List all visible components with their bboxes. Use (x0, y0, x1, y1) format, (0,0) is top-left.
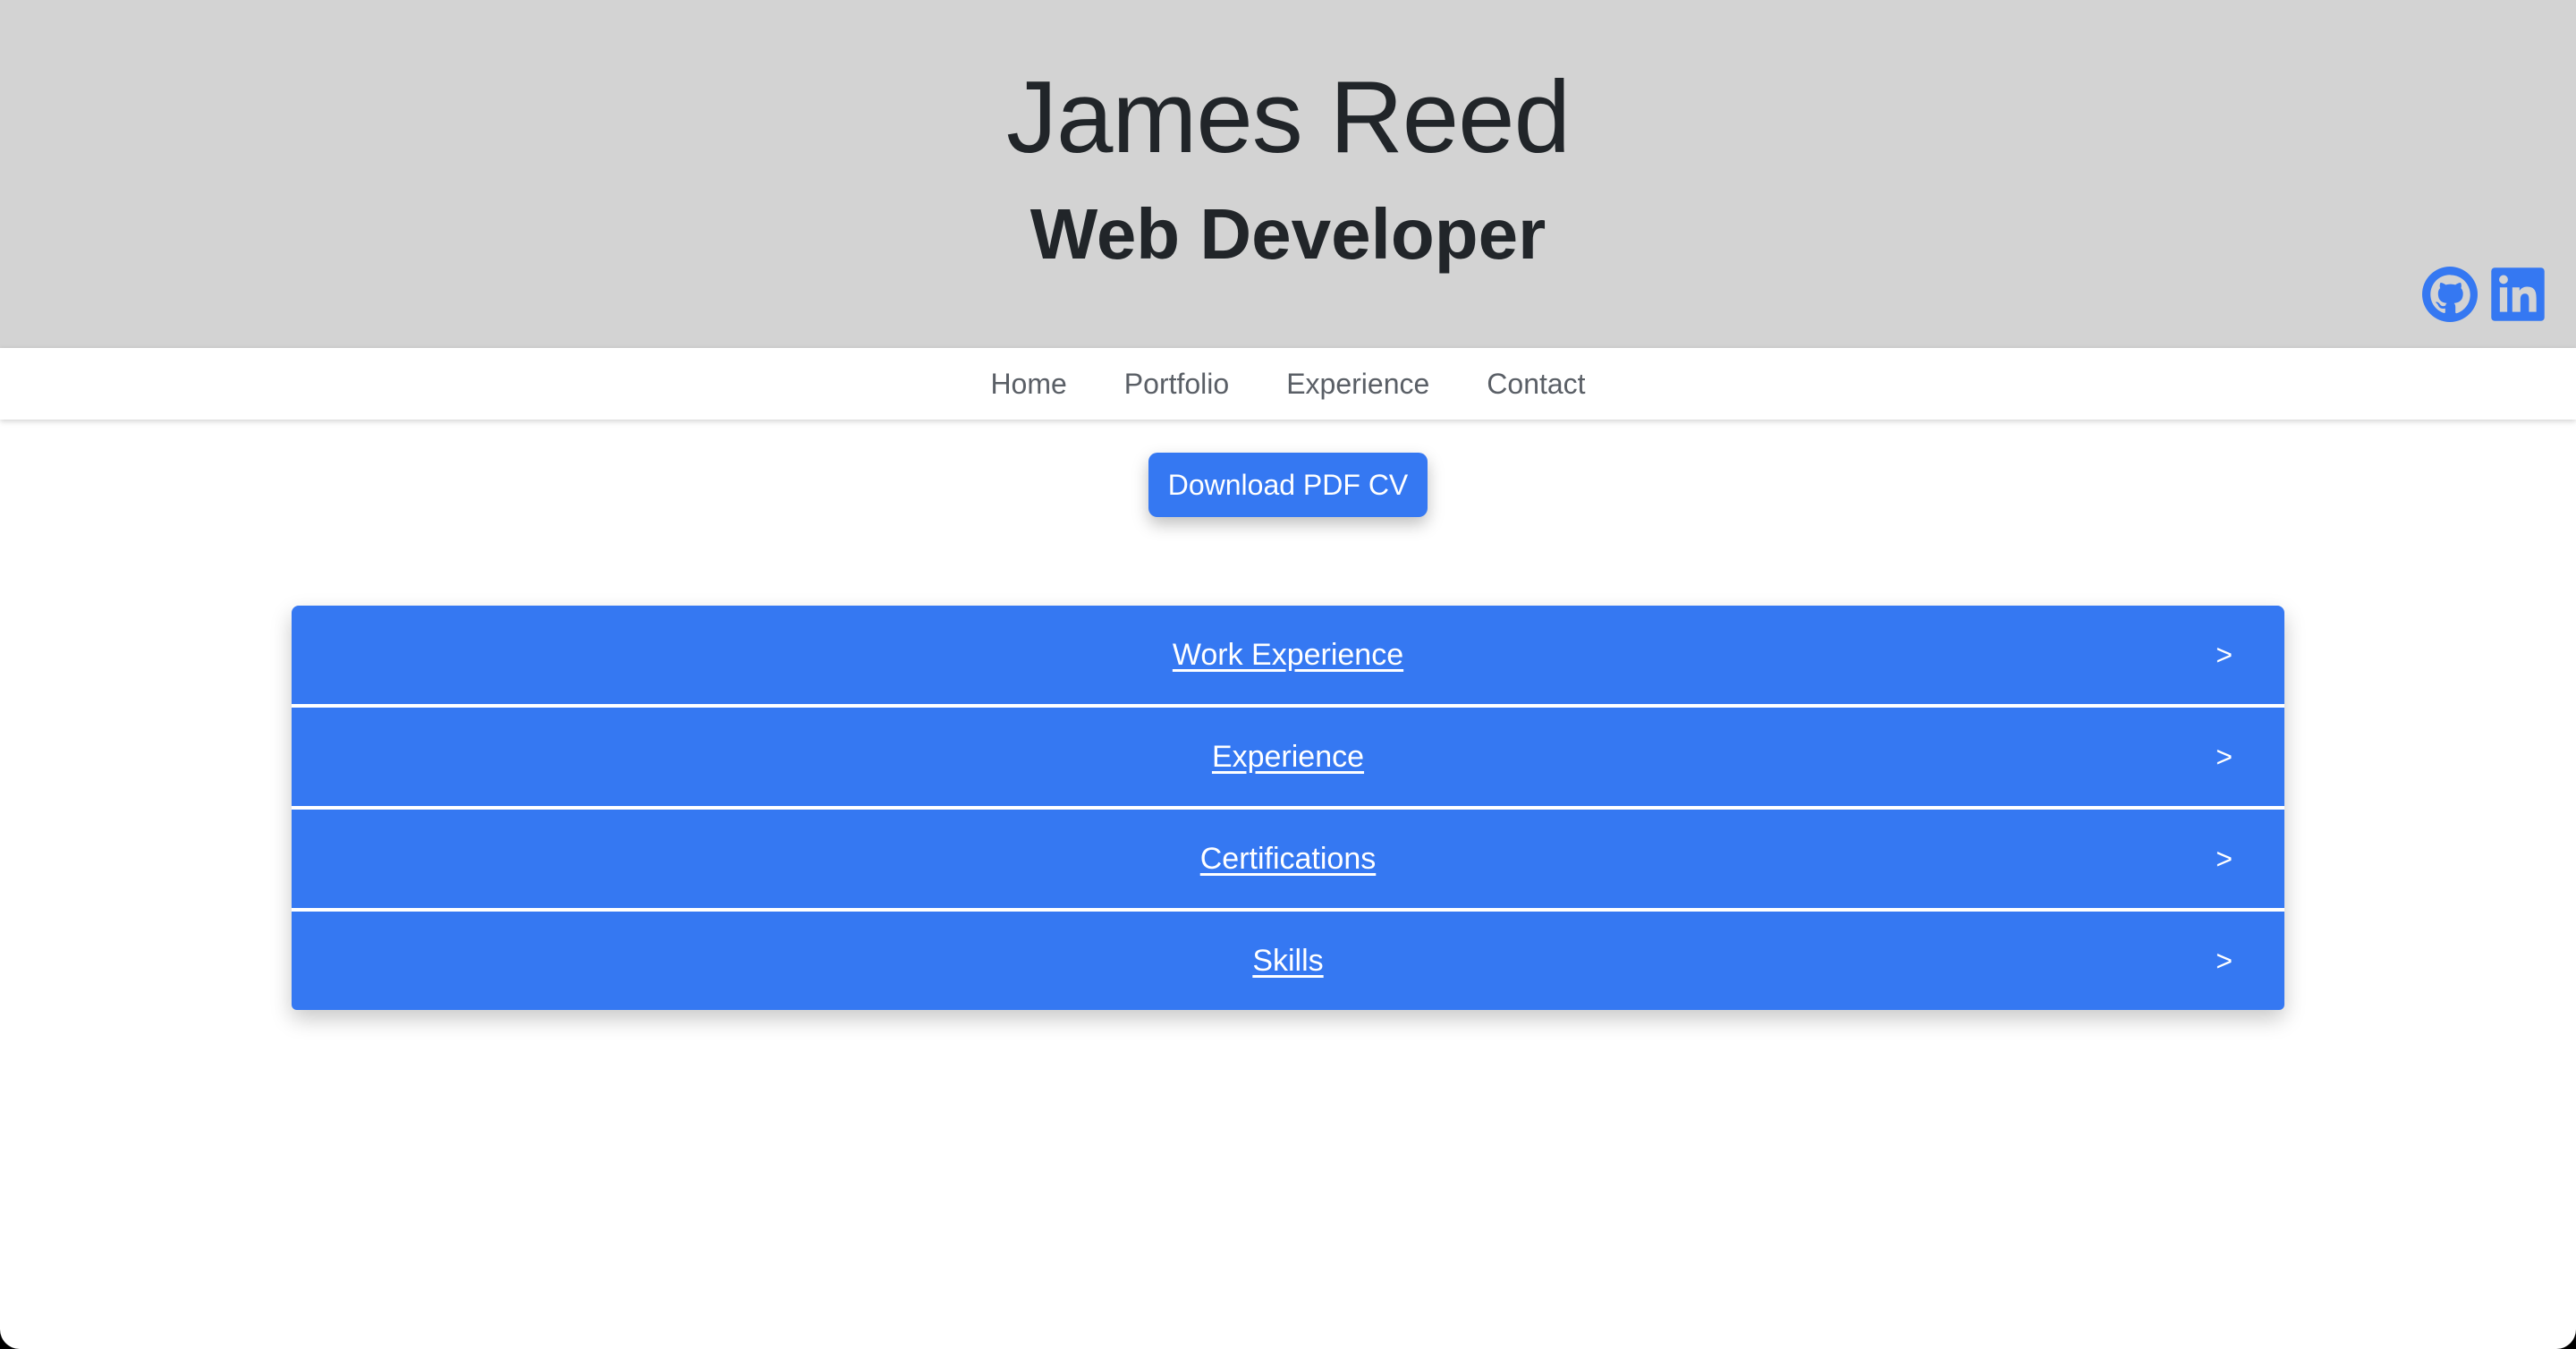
accordion-item-label[interactable]: Work Experience (1173, 638, 1403, 673)
nav-item-portfolio[interactable]: Portfolio (1096, 348, 1258, 420)
social-links (2422, 267, 2546, 322)
nav-item-contact[interactable]: Contact (1458, 348, 1614, 420)
download-cv-button[interactable]: Download PDF CV (1148, 453, 1428, 517)
linkedin-link[interactable] (2490, 267, 2546, 322)
page-title: James Reed (1006, 61, 1571, 174)
accordion-item-label[interactable]: Experience (1212, 740, 1364, 775)
page-subtitle: Web Developer (1030, 194, 1546, 274)
accordion-item-certifications[interactable]: Certifications > (292, 810, 2284, 908)
cv-accordion: Work Experience > Experience > Certifica… (292, 606, 2284, 1010)
accordion-item-experience[interactable]: Experience > (292, 708, 2284, 806)
chevron-right-icon: > (2216, 741, 2233, 773)
chevron-right-icon: > (2216, 639, 2233, 671)
page: James Reed Web Developer Home Portfolio (0, 0, 2576, 1349)
accordion-item-label[interactable]: Certifications (1200, 842, 1377, 877)
main-nav: Home Portfolio Experience Contact (0, 348, 2576, 420)
accordion-item-skills[interactable]: Skills > (292, 912, 2284, 1010)
chevron-right-icon: > (2216, 945, 2233, 977)
nav-item-home[interactable]: Home (962, 348, 1095, 420)
accordion-item-work-experience[interactable]: Work Experience > (292, 606, 2284, 704)
nav-item-experience[interactable]: Experience (1258, 348, 1458, 420)
page-header: James Reed Web Developer (0, 0, 2576, 348)
github-link[interactable] (2422, 267, 2478, 322)
chevron-right-icon: > (2216, 843, 2233, 875)
linkedin-icon (2491, 267, 2545, 321)
accordion-item-label[interactable]: Skills (1252, 944, 1323, 979)
github-icon (2422, 267, 2478, 322)
